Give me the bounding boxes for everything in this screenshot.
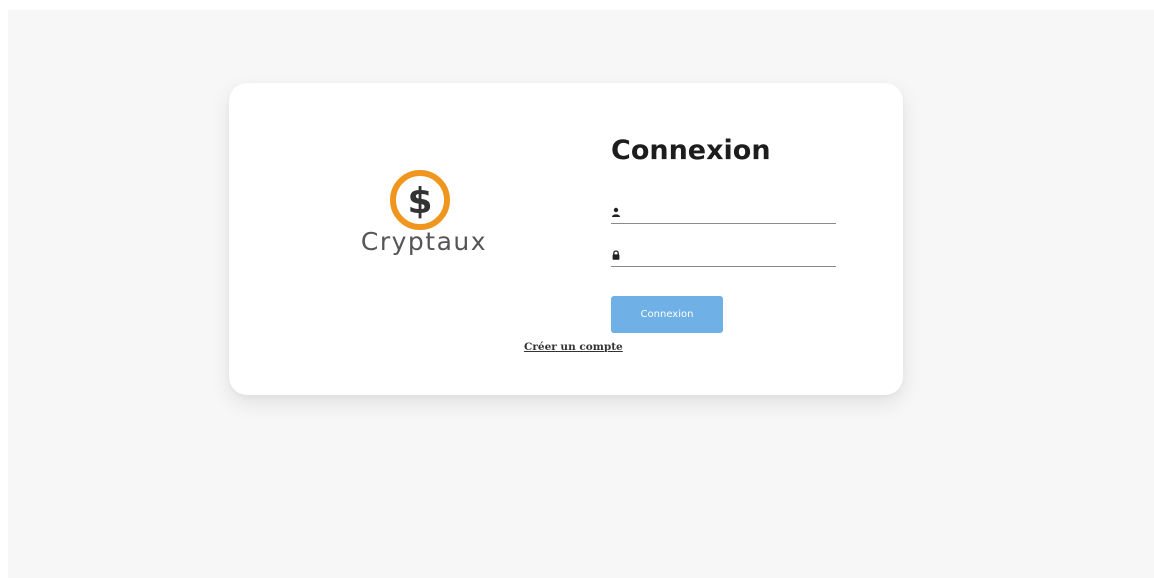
user-icon <box>612 207 620 217</box>
page-background: $ Cryptaux Connexion Connexion Créer un … <box>8 10 1154 578</box>
svg-text:$: $ <box>407 181 432 222</box>
login-title: Connexion <box>611 135 771 166</box>
lock-icon <box>612 250 620 260</box>
dollar-coin-icon: $ <box>390 170 450 230</box>
login-card: $ Cryptaux Connexion Connexion Créer un … <box>229 83 903 395</box>
brand-logo: $ Cryptaux <box>349 167 499 263</box>
brand-name: Cryptaux <box>360 227 488 256</box>
username-input[interactable] <box>627 203 832 223</box>
password-input[interactable] <box>627 246 832 266</box>
login-button[interactable]: Connexion <box>611 296 723 333</box>
password-field[interactable] <box>611 246 836 267</box>
username-field[interactable] <box>611 203 836 224</box>
create-account-link[interactable]: Créer un compte <box>524 341 623 353</box>
